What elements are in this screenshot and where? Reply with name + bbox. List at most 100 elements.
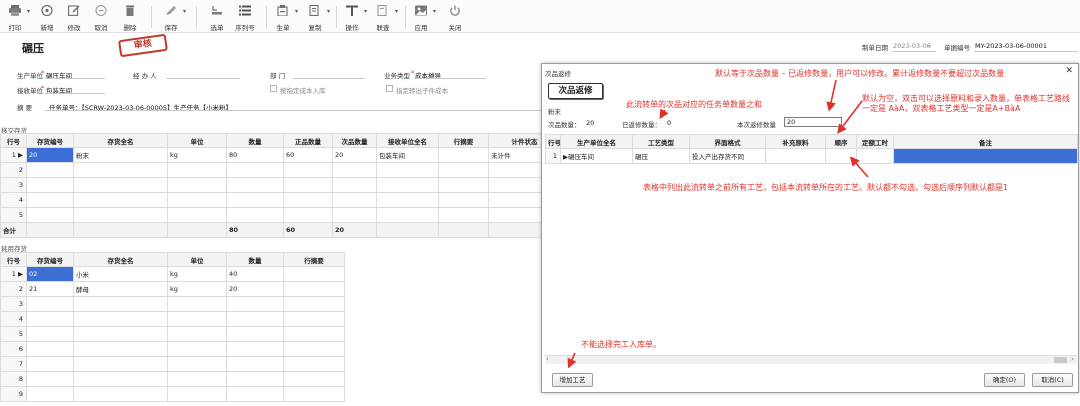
- table-cell[interactable]: [73, 356, 168, 372]
- table-cell[interactable]: [26, 341, 74, 357]
- table-row[interactable]: 1 ▶ 20 粉末 kg 80 60 20 包装车间 未计件: [0, 147, 561, 163]
- table-cell[interactable]: [283, 177, 333, 193]
- chevron-down-icon[interactable]: ▾: [364, 8, 367, 15]
- horizontal-scrollbar[interactable]: [545, 355, 1077, 364]
- table-cell[interactable]: [283, 162, 333, 178]
- table-cell[interactable]: [283, 266, 345, 282]
- table-cell[interactable]: 投入产出存货不同: [689, 148, 766, 164]
- table-cell[interactable]: [26, 296, 74, 312]
- column-header[interactable]: 行号: [545, 134, 561, 149]
- table-cell[interactable]: [283, 341, 345, 357]
- output-grid[interactable]: 行号 存货编号 存货全名 单位 数量 正品数量 次品数量 接收单位全名 行摘要 …: [0, 133, 561, 238]
- table-cell[interactable]: [73, 371, 168, 387]
- table-row[interactable]: 3: [0, 296, 345, 312]
- table-row[interactable]: 6: [0, 341, 345, 357]
- table-cell[interactable]: [438, 207, 489, 223]
- generate-doc-button[interactable]: ▾ 生单: [270, 3, 298, 32]
- table-cell[interactable]: [332, 162, 377, 178]
- table-cell[interactable]: [283, 281, 345, 297]
- table-cell[interactable]: [438, 162, 489, 178]
- table-cell[interactable]: [73, 162, 168, 178]
- table-cell[interactable]: [73, 192, 168, 208]
- column-header[interactable]: 存货编号: [26, 252, 74, 267]
- table-cell[interactable]: [167, 371, 227, 387]
- table-cell[interactable]: [226, 162, 284, 178]
- table-cell[interactable]: 80: [226, 147, 284, 163]
- chevron-down-icon[interactable]: ▾: [395, 8, 398, 15]
- column-header[interactable]: 次品数量: [332, 133, 377, 148]
- dept-field[interactable]: [293, 78, 365, 79]
- process-grid[interactable]: 行号 生产单位全名 工艺类型 界面格式 补充原料 顺序 定额工时 备注 1 ▶碾…: [545, 134, 1078, 164]
- table-cell[interactable]: [226, 341, 284, 357]
- table-cell[interactable]: [376, 192, 439, 208]
- table-row[interactable]: 5: [0, 207, 561, 223]
- consume-grid[interactable]: 行号 存货编号 存货全名 单位 数量 行摘要 1 ▶ 02 小米 kg 40 2…: [0, 252, 345, 402]
- table-cell[interactable]: [283, 192, 333, 208]
- copy-button[interactable]: ▾ 复制: [302, 3, 330, 32]
- table-row[interactable]: 4: [0, 311, 345, 327]
- table-cell[interactable]: [73, 341, 168, 357]
- column-header[interactable]: 行号: [0, 133, 27, 148]
- table-cell[interactable]: 碾压: [632, 148, 690, 164]
- table-cell[interactable]: 小米: [73, 266, 168, 282]
- column-header[interactable]: 行摘要: [283, 252, 345, 267]
- chevron-down-icon[interactable]: ▾: [295, 8, 298, 15]
- column-header[interactable]: 生产单位全名: [560, 134, 633, 149]
- table-cell[interactable]: [26, 162, 74, 178]
- table-cell[interactable]: [167, 162, 227, 178]
- print-button[interactable]: ▾ 打印: [2, 3, 30, 32]
- column-header[interactable]: 顺序: [825, 134, 857, 149]
- table-cell[interactable]: 粉末: [73, 147, 168, 163]
- chevron-down-icon[interactable]: ▾: [183, 8, 186, 15]
- table-cell[interactable]: [26, 326, 74, 342]
- table-cell[interactable]: 20: [26, 147, 74, 163]
- table-cell[interactable]: [167, 177, 227, 193]
- table-cell[interactable]: [332, 177, 377, 193]
- table-row[interactable]: 2 21 酵母 kg 20: [0, 281, 345, 297]
- table-row[interactable]: 1 ▶碾压车间 碾压 投入产出存货不同: [545, 148, 1078, 164]
- cost-in-checkbox[interactable]: [270, 85, 277, 92]
- ok-button[interactable]: 确定(O): [984, 373, 1025, 387]
- table-cell[interactable]: [26, 356, 74, 372]
- doc-no-field[interactable]: MY-2023-03-06-00001: [975, 42, 1047, 50]
- table-cell[interactable]: [283, 207, 333, 223]
- table-cell[interactable]: [376, 177, 439, 193]
- table-cell[interactable]: [226, 177, 284, 193]
- table-cell[interactable]: [73, 177, 168, 193]
- column-header[interactable]: 单位: [167, 252, 227, 267]
- table-cell[interactable]: [283, 326, 345, 342]
- table-cell[interactable]: [167, 192, 227, 208]
- scrollbar-thumb[interactable]: [1054, 357, 1067, 363]
- table-cell[interactable]: [26, 386, 74, 402]
- table-cell[interactable]: [226, 192, 284, 208]
- table-cell[interactable]: [26, 311, 74, 327]
- table-cell[interactable]: [765, 148, 826, 164]
- table-cell[interactable]: kg: [167, 266, 227, 282]
- column-header[interactable]: 备注: [893, 134, 1078, 149]
- cancel-button[interactable]: 取消(C): [1032, 373, 1073, 387]
- table-cell[interactable]: [438, 192, 489, 208]
- table-cell[interactable]: 60: [283, 147, 333, 163]
- table-row[interactable]: 3: [0, 177, 561, 193]
- column-header[interactable]: 存货全名: [73, 252, 168, 267]
- save-button[interactable]: ▾ 保存: [158, 3, 186, 32]
- table-cell[interactable]: [376, 207, 439, 223]
- table-cell[interactable]: [73, 386, 168, 402]
- column-header[interactable]: 接收单位全名: [376, 133, 439, 148]
- table-cell[interactable]: 包装车间: [376, 147, 439, 163]
- table-cell[interactable]: ▶碾压车间: [560, 148, 633, 164]
- table-cell[interactable]: [167, 207, 227, 223]
- table-cell[interactable]: [167, 356, 227, 372]
- table-cell[interactable]: [332, 192, 377, 208]
- chevron-down-icon[interactable]: ⌄: [927, 41, 932, 49]
- table-cell[interactable]: [226, 296, 284, 312]
- table-cell[interactable]: [167, 296, 227, 312]
- column-header[interactable]: 数量: [226, 133, 284, 148]
- table-cell[interactable]: [226, 371, 284, 387]
- close-icon[interactable]: ✕: [1065, 66, 1073, 76]
- table-cell[interactable]: [825, 148, 857, 164]
- handler-field[interactable]: [166, 78, 240, 79]
- chevron-down-icon[interactable]: ▾: [27, 8, 30, 15]
- table-cell[interactable]: [283, 371, 345, 387]
- table-cell[interactable]: [73, 296, 168, 312]
